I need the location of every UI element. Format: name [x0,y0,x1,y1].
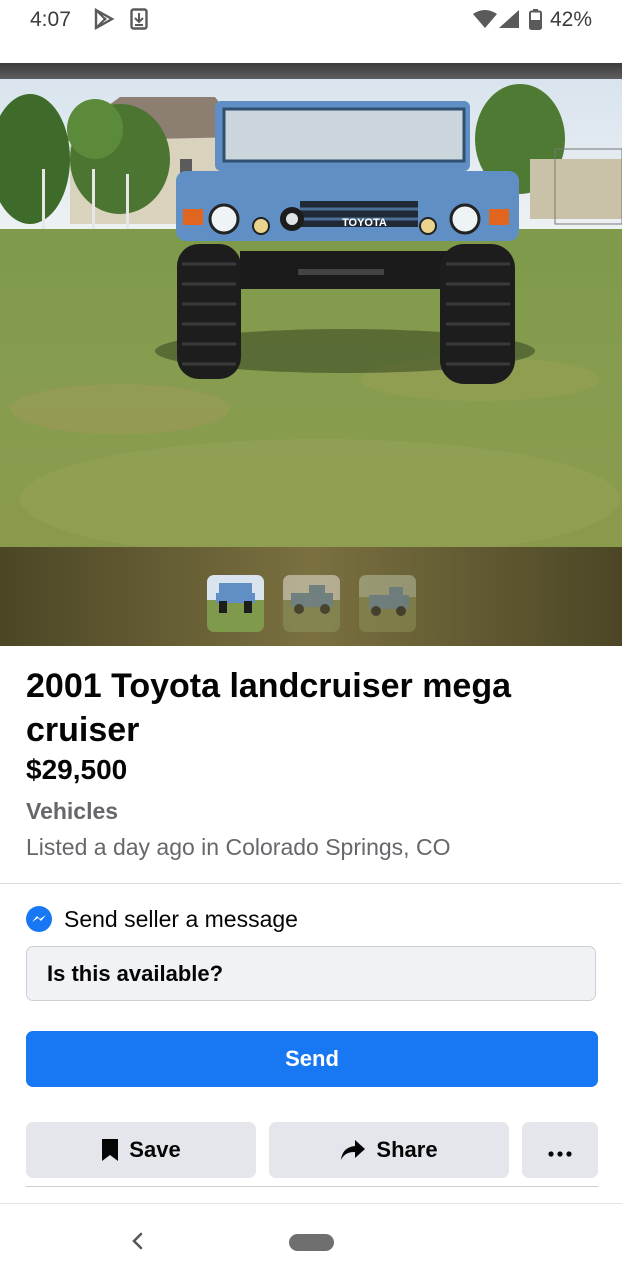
status-time: 4:07 [30,8,71,31]
system-nav-bar [0,1203,622,1280]
vehicle-badge: TOYOTA [342,217,387,229]
wifi-icon [473,10,497,33]
listing-location: Listed a day ago in Colorado Springs, CO [26,834,451,860]
share-button[interactable]: Share [269,1122,509,1178]
photo-viewer[interactable]: TOYOTA [0,63,622,646]
more-options-button[interactable] [522,1122,598,1178]
share-label: Share [376,1137,438,1162]
share-icon [340,1139,366,1161]
download-icon [130,8,148,35]
send-button[interactable]: Send [26,1031,598,1087]
section-divider [26,1186,598,1187]
main-listing-photo[interactable]: TOYOTA [0,79,622,559]
thumbnail-2[interactable] [283,575,340,632]
cell-signal-icon [499,10,519,33]
thumbnail-1[interactable] [207,575,264,632]
back-icon[interactable] [128,1228,148,1254]
status-bar: 4:07 42% [0,0,622,40]
listing-price: $29,500 [26,754,128,785]
messenger-icon [26,906,52,932]
thumbnail-strip [0,547,622,646]
save-label: Save [129,1137,181,1162]
battery-percent: 42% [549,8,592,31]
save-button[interactable]: Save [26,1122,256,1178]
listing-title: 2001 Toyota landcruiser mega cruiser [26,667,512,749]
message-input[interactable] [26,946,596,1001]
play-store-icon [93,7,115,35]
section-divider [0,883,622,884]
send-message-label: Send seller a message [64,906,298,932]
bookmark-icon [101,1138,119,1162]
battery-icon [529,9,542,35]
listing-category[interactable]: Vehicles [26,798,118,825]
home-pill[interactable] [289,1234,334,1251]
thumbnail-3[interactable] [359,575,416,632]
more-icon [548,1137,572,1163]
